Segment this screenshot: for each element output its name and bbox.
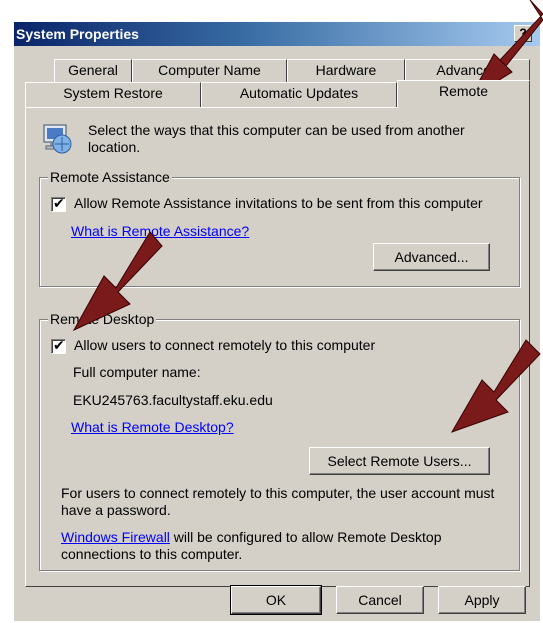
arrow-to-select-users-button-icon: [450, 339, 541, 433]
tab-remote[interactable]: Remote: [397, 80, 530, 108]
arrow-to-remote-desktop-checkbox-icon: [72, 231, 163, 332]
